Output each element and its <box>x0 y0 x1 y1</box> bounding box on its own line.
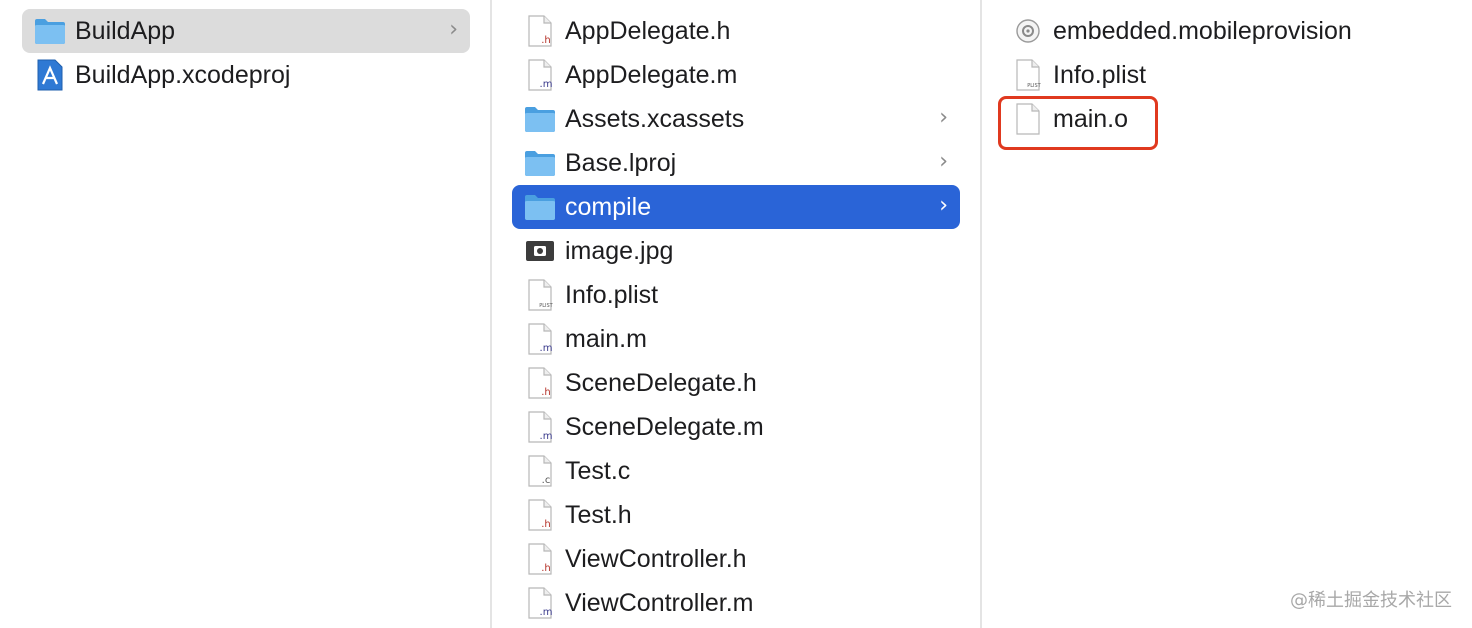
folder-icon <box>34 15 66 47</box>
item-name: Test.h <box>565 501 632 529</box>
folder-row[interactable]: compile › <box>512 185 960 229</box>
file-row[interactable]: PLIST Info.plist <box>512 273 960 317</box>
finder-column-3: embedded.mobileprovision PLIST Info.plis… <box>982 0 1472 628</box>
file-row[interactable]: BuildApp.xcodeproj <box>22 53 470 97</box>
file-row[interactable]: .c Test.c <box>512 449 960 493</box>
image-file-icon <box>524 235 556 267</box>
file-row[interactable]: .m AppDelegate.m <box>512 53 960 97</box>
file-row[interactable]: image.jpg <box>512 229 960 273</box>
file-row[interactable]: .m main.m <box>512 317 960 361</box>
m-file-icon: .m <box>524 411 556 443</box>
h-file-icon: .h <box>524 15 556 47</box>
item-name: ViewController.m <box>565 589 754 617</box>
plist-file-icon: PLIST <box>1012 59 1044 91</box>
item-name: AppDelegate.m <box>565 61 738 89</box>
item-name: image.jpg <box>565 237 674 265</box>
folder-row[interactable]: Base.lproj › <box>512 141 960 185</box>
watermark: @稀土掘金技术社区 <box>1290 590 1452 611</box>
item-name: ViewController.h <box>565 545 747 573</box>
chevron-right-icon: › <box>939 105 948 130</box>
folder-icon <box>524 191 556 223</box>
svg-text:.m: .m <box>540 343 553 354</box>
file-row[interactable]: embedded.mobileprovision <box>1000 9 1452 53</box>
item-name: SceneDelegate.m <box>565 413 764 441</box>
svg-text:PLIST: PLIST <box>539 303 553 309</box>
m-file-icon: .m <box>524 59 556 91</box>
c-file-icon: .c <box>524 455 556 487</box>
file-row[interactable]: .h Test.h <box>512 493 960 537</box>
svg-text:PLIST: PLIST <box>1027 83 1041 89</box>
svg-text:.m: .m <box>540 79 553 90</box>
item-name: main.m <box>565 325 647 353</box>
svg-text:.h: .h <box>541 35 551 46</box>
provision-file-icon <box>1012 15 1044 47</box>
folder-icon <box>524 147 556 179</box>
item-name: embedded.mobileprovision <box>1053 17 1352 45</box>
folder-row[interactable]: Assets.xcassets › <box>512 97 960 141</box>
item-name: BuildApp.xcodeproj <box>75 61 291 89</box>
file-row[interactable]: .m SceneDelegate.m <box>512 405 960 449</box>
svg-text:.h: .h <box>541 387 551 398</box>
finder-column-1: BuildApp › BuildApp.xcodeproj <box>0 0 490 628</box>
chevron-right-icon: › <box>449 17 458 42</box>
h-file-icon: .h <box>524 499 556 531</box>
folder-icon <box>524 103 556 135</box>
highlight-box <box>998 96 1158 150</box>
file-row[interactable]: .h AppDelegate.h <box>512 9 960 53</box>
item-name: compile <box>565 193 652 221</box>
m-file-icon: .m <box>524 323 556 355</box>
file-row[interactable]: .h ViewController.h <box>512 537 960 581</box>
item-name: SceneDelegate.h <box>565 369 757 397</box>
folder-row[interactable]: BuildApp › <box>22 9 470 53</box>
chevron-right-icon: › <box>939 149 948 174</box>
item-name: AppDelegate.h <box>565 17 731 45</box>
svg-text:.h: .h <box>541 563 551 574</box>
svg-text:.m: .m <box>540 607 553 618</box>
item-name: Test.c <box>565 457 631 485</box>
chevron-right-icon: › <box>939 193 948 218</box>
m-file-icon: .m <box>524 587 556 619</box>
file-row[interactable]: PLIST Info.plist <box>1000 53 1452 97</box>
svg-text:.m: .m <box>540 431 553 442</box>
file-row[interactable]: .m ViewController.m <box>512 581 960 625</box>
item-name: Info.plist <box>1053 61 1147 89</box>
svg-text:.c: .c <box>542 475 551 486</box>
plist-file-icon: PLIST <box>524 279 556 311</box>
item-name: Info.plist <box>565 281 659 309</box>
h-file-icon: .h <box>524 367 556 399</box>
finder-column-2: .h AppDelegate.h .m AppDelegate.m Assets… <box>492 0 980 628</box>
item-name: Assets.xcassets <box>565 105 745 133</box>
item-name: BuildApp <box>75 17 176 45</box>
item-name: Base.lproj <box>565 149 677 177</box>
h-file-icon: .h <box>524 543 556 575</box>
xcodeproj-icon <box>34 59 66 91</box>
svg-text:.h: .h <box>541 519 551 530</box>
file-row[interactable]: .h SceneDelegate.h <box>512 361 960 405</box>
